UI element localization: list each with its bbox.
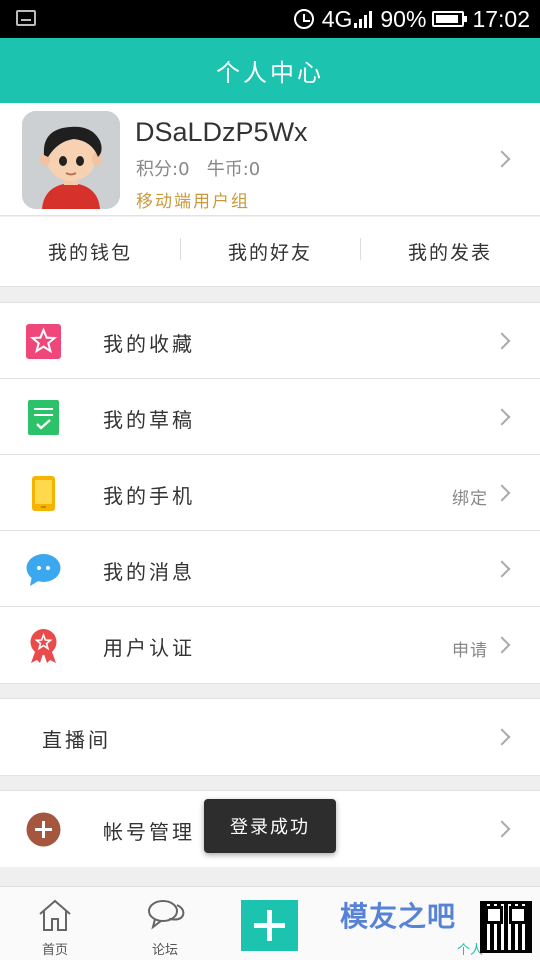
toast-message: 登录成功 xyxy=(204,799,336,853)
menu-item-verification[interactable]: 用户认证 申请 xyxy=(0,607,540,683)
points-coins: 积分:0 牛币:0 xyxy=(136,155,260,181)
username: DSaLDzP5Wx xyxy=(135,117,308,147)
notification-icon xyxy=(16,10,36,26)
network-type: 4G xyxy=(321,5,353,32)
battery-percent: 90% xyxy=(380,5,427,32)
tab-label: 论坛 xyxy=(151,943,178,958)
menu-label: 帐号管理 xyxy=(103,820,195,844)
page-title: 个人中心 xyxy=(216,59,324,87)
wallet-link[interactable]: 我的钱包 xyxy=(0,238,180,265)
signal-icon xyxy=(354,10,373,28)
menu-label: 我的草稿 xyxy=(103,408,195,432)
message-icon xyxy=(26,554,61,586)
menu-item-favorites[interactable]: 我的收藏 xyxy=(0,303,540,379)
home-icon xyxy=(39,899,71,931)
menu-list: 我的收藏 我的草稿 我的手机 绑定 我的消息 用户认证 申请 xyxy=(0,302,540,684)
posts-link[interactable]: 我的发表 xyxy=(360,238,540,265)
live-list: 直播间 xyxy=(0,698,540,776)
forum-icon xyxy=(148,900,185,930)
title-bar: 个人中心 xyxy=(0,38,540,103)
post-button[interactable] xyxy=(241,900,298,951)
chevron-right-icon xyxy=(493,150,511,168)
tab-forum[interactable]: 论坛 xyxy=(110,887,220,960)
chevron-right-icon xyxy=(493,484,511,502)
chevron-right-icon xyxy=(493,820,511,838)
avatar[interactable] xyxy=(22,111,120,209)
battery-icon xyxy=(432,11,468,27)
tab-home[interactable]: 首页 xyxy=(0,887,110,960)
star-icon xyxy=(26,324,61,359)
draft-icon xyxy=(28,400,59,435)
clock: 17:02 xyxy=(472,5,530,32)
shortcut-bar: 我的钱包 我的好友 我的发表 xyxy=(0,217,540,287)
menu-item-messages[interactable]: 我的消息 xyxy=(0,531,540,607)
menu-item-phone[interactable]: 我的手机 绑定 xyxy=(0,455,540,531)
tab-bar: 首页 论坛 模友之吧 个人 xyxy=(0,886,540,960)
chevron-right-icon xyxy=(493,728,511,746)
coins: 牛币:0 xyxy=(206,159,261,180)
menu-label: 我的消息 xyxy=(103,560,195,584)
profile-card[interactable]: DSaLDzP5Wx 积分:0 牛币:0 移动端用户组 xyxy=(0,103,540,216)
status-bar: 4G 90% 17:02 xyxy=(0,0,540,38)
menu-label: 直播间 xyxy=(42,728,111,752)
user-group: 移动端用户组 xyxy=(136,192,250,212)
menu-item-live[interactable]: 直播间 xyxy=(0,699,540,775)
plus-circle-icon xyxy=(26,812,61,847)
apply-status: 申请 xyxy=(452,641,488,661)
status-right: 4G 90% 17:02 xyxy=(293,5,530,32)
bind-status: 绑定 xyxy=(452,489,488,509)
menu-label: 我的手机 xyxy=(103,484,195,508)
badge-icon xyxy=(30,629,57,663)
alarm-icon xyxy=(293,9,314,29)
chevron-right-icon xyxy=(493,408,511,426)
tab-label: 首页 xyxy=(41,943,68,958)
chevron-right-icon xyxy=(493,560,511,578)
friends-link[interactable]: 我的好友 xyxy=(180,238,360,265)
menu-label: 我的收藏 xyxy=(103,332,195,356)
chevron-right-icon xyxy=(493,332,511,350)
menu-label: 用户认证 xyxy=(103,636,195,660)
points: 积分:0 xyxy=(136,159,190,180)
qr-code-icon xyxy=(480,901,532,953)
phone-icon xyxy=(32,476,55,511)
menu-item-drafts[interactable]: 我的草稿 xyxy=(0,379,540,455)
chevron-right-icon xyxy=(493,636,511,654)
